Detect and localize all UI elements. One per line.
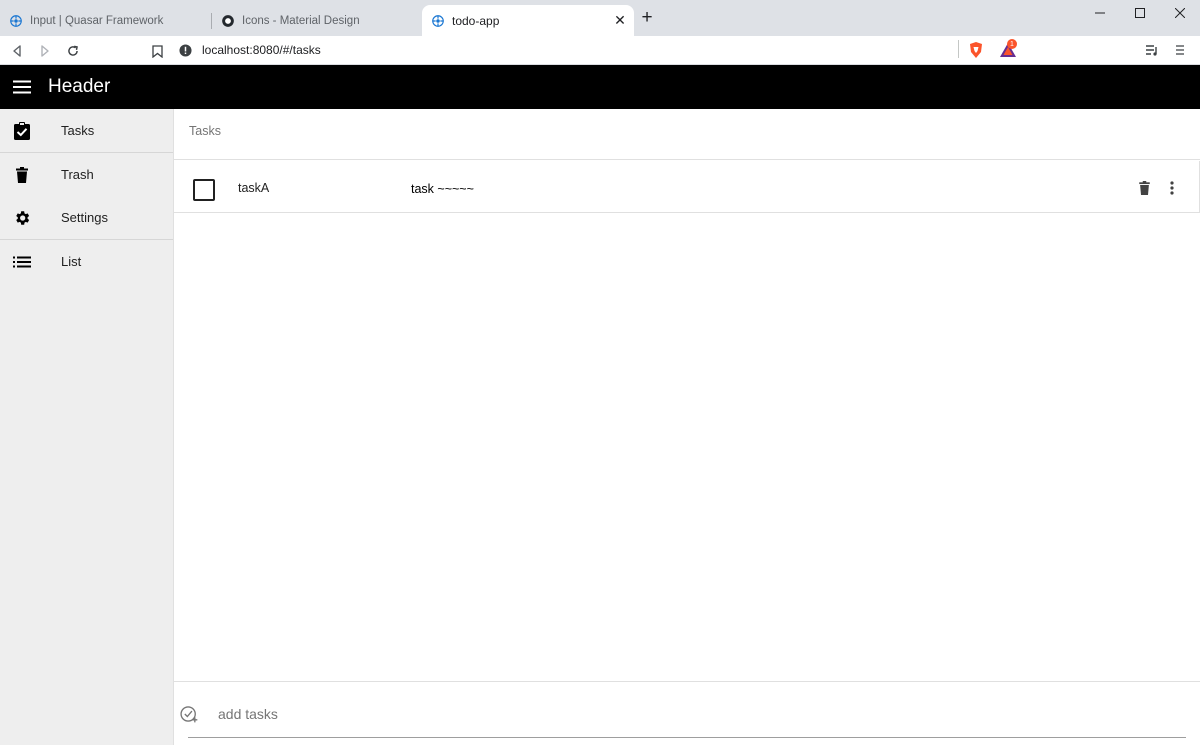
browser-tab[interactable]: Input | Quasar Framework [0, 5, 210, 36]
add-task-input[interactable] [218, 699, 1186, 729]
brave-shield-icon[interactable] [966, 38, 986, 62]
trash-icon [0, 166, 44, 183]
trash-icon[interactable] [1135, 179, 1153, 197]
header-title: Header [48, 76, 111, 97]
sidebar-item-settings[interactable]: Settings [0, 196, 173, 239]
main-content: Tasks taskA task ~~~~~ [174, 109, 1200, 745]
task-description: task ~~~~~ [411, 182, 474, 196]
browser-tab-bar: Input | Quasar Framework Icons - Materia… [0, 0, 1200, 36]
page-title: Tasks [189, 124, 221, 138]
browser-tab-active[interactable]: todo-app ✕ [422, 5, 634, 36]
sidebar-item-label: Settings [61, 210, 108, 225]
sidebar-item-tasks[interactable]: Tasks [0, 109, 173, 152]
notification-badge: 1 [1007, 39, 1017, 49]
url-text: localhost:8080/#/tasks [202, 43, 321, 57]
add-task-area [174, 681, 1200, 745]
browser-tab-title: todo-app [452, 13, 500, 28]
info-icon[interactable] [178, 43, 192, 57]
github-icon [220, 13, 236, 29]
back-icon[interactable] [6, 40, 28, 62]
reload-icon[interactable] [62, 40, 84, 62]
sidebar-item-trash[interactable]: Trash [0, 153, 173, 196]
address-bar[interactable]: localhost:8080/#/tasks [178, 39, 958, 61]
task-name: taskA [238, 181, 270, 195]
browser-tab-title: Icons - Material Design [242, 14, 360, 27]
close-tab-icon[interactable]: ✕ [612, 12, 628, 28]
sidebar: Tasks Trash Settings List [0, 109, 174, 745]
gear-icon [0, 209, 44, 227]
close-window-icon[interactable] [1160, 0, 1200, 26]
add-task-icon [178, 703, 200, 725]
browser-menu-icon[interactable] [1172, 38, 1188, 62]
sidebar-item-label: Trash [61, 167, 94, 182]
address-divider [958, 40, 959, 58]
quasar-icon [430, 13, 446, 29]
browser-tab-title: Input | Quasar Framework [30, 14, 164, 27]
task-item[interactable]: taskA task ~~~~~ [174, 161, 1200, 213]
new-tab-icon[interactable]: + [638, 7, 656, 28]
sidebar-item-label: List [61, 254, 82, 269]
app-header: Header [0, 65, 1200, 109]
maximize-icon[interactable] [1120, 0, 1160, 26]
quasar-icon [8, 13, 24, 29]
sidebar-item-label: Tasks [61, 123, 95, 138]
minimize-icon[interactable] [1080, 0, 1120, 26]
brave-rewards-icon[interactable]: 1 [994, 38, 1022, 62]
more-vert-icon[interactable] [1163, 179, 1181, 197]
clipboard-check-icon [0, 121, 44, 140]
playlist-icon[interactable] [1142, 38, 1162, 62]
input-underline [188, 737, 1186, 738]
list-icon [0, 256, 44, 268]
page-header: Tasks [174, 109, 1200, 160]
task-checkbox[interactable] [193, 179, 215, 201]
bookmark-icon[interactable] [146, 40, 168, 62]
browser-tab[interactable]: Icons - Material Design [212, 5, 420, 36]
hamburger-menu-icon[interactable] [0, 65, 44, 109]
forward-icon[interactable] [34, 40, 56, 62]
sidebar-item-list[interactable]: List [0, 240, 173, 283]
